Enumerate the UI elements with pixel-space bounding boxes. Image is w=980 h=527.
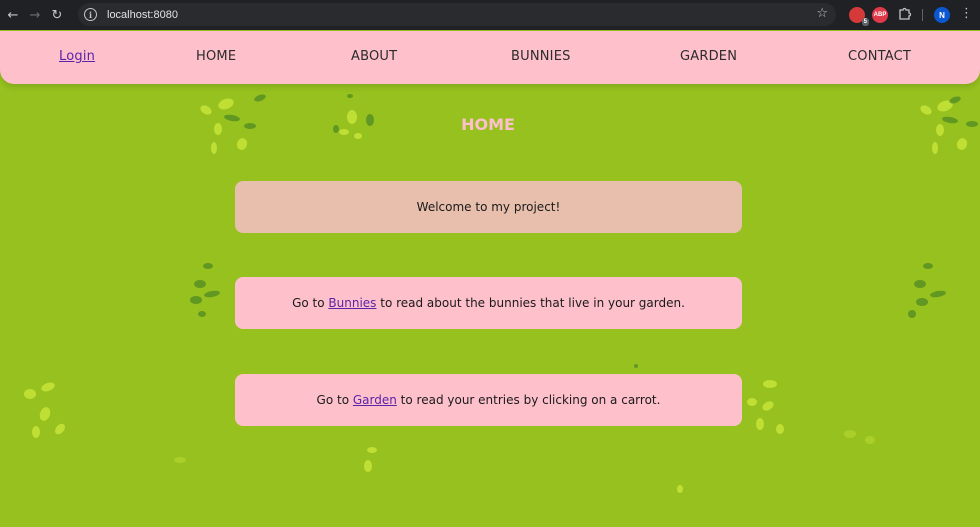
adblock-label: ABP [873, 12, 887, 18]
page-title: HOME [461, 115, 515, 134]
nav-home[interactable]: HOME [196, 49, 236, 64]
toolbar-divider [922, 9, 923, 21]
site-info-icon[interactable]: i [84, 8, 97, 21]
url-text[interactable]: localhost:8080 [107, 9, 178, 21]
garden-link[interactable]: Garden [353, 393, 397, 407]
welcome-text: Welcome to my project! [416, 200, 561, 214]
nav-bunnies[interactable]: BUNNIES [511, 49, 571, 64]
extension-icon[interactable]: 5 [849, 7, 869, 26]
browser-toolbar: ← → ↻ i localhost:8080 ☆ 5 ABP N ⋮ [0, 0, 980, 30]
bunnies-card-prefix: Go to [292, 296, 329, 310]
extensions-puzzle-icon[interactable] [898, 6, 914, 22]
back-icon[interactable]: ← [2, 4, 24, 26]
menu-kebab-icon[interactable]: ⋮ [960, 6, 973, 21]
bunnies-card-text: Go to Bunnies to read about the bunnies … [292, 296, 685, 310]
extension-badge: 5 [861, 18, 869, 26]
nav-login-link[interactable]: Login [59, 49, 95, 64]
site-nav-bar: Login HOME ABOUT BUNNIES GARDEN CONTACT [0, 31, 980, 84]
welcome-card: Welcome to my project! [235, 181, 742, 233]
nav-about[interactable]: ABOUT [351, 49, 397, 64]
adblock-extension-icon[interactable]: ABP [872, 7, 888, 23]
garden-card-prefix: Go to [316, 393, 353, 407]
bunnies-link[interactable]: Bunnies [328, 296, 376, 310]
bunnies-card: Go to Bunnies to read about the bunnies … [235, 277, 742, 329]
garden-card-suffix: to read your entries by clicking on a ca… [396, 393, 661, 407]
nav-contact[interactable]: CONTACT [848, 49, 911, 64]
garden-card-text: Go to Garden to read your entries by cli… [317, 393, 661, 407]
profile-avatar[interactable]: N [934, 7, 950, 23]
forward-icon[interactable]: → [24, 4, 46, 26]
bookmark-star-icon[interactable]: ☆ [816, 6, 828, 21]
address-bar[interactable]: i localhost:8080 ☆ [78, 3, 836, 26]
reload-icon[interactable]: ↻ [46, 4, 68, 26]
bunnies-card-suffix: to read about the bunnies that live in y… [376, 296, 685, 310]
nav-garden[interactable]: GARDEN [680, 49, 737, 64]
garden-card: Go to Garden to read your entries by cli… [235, 374, 742, 426]
